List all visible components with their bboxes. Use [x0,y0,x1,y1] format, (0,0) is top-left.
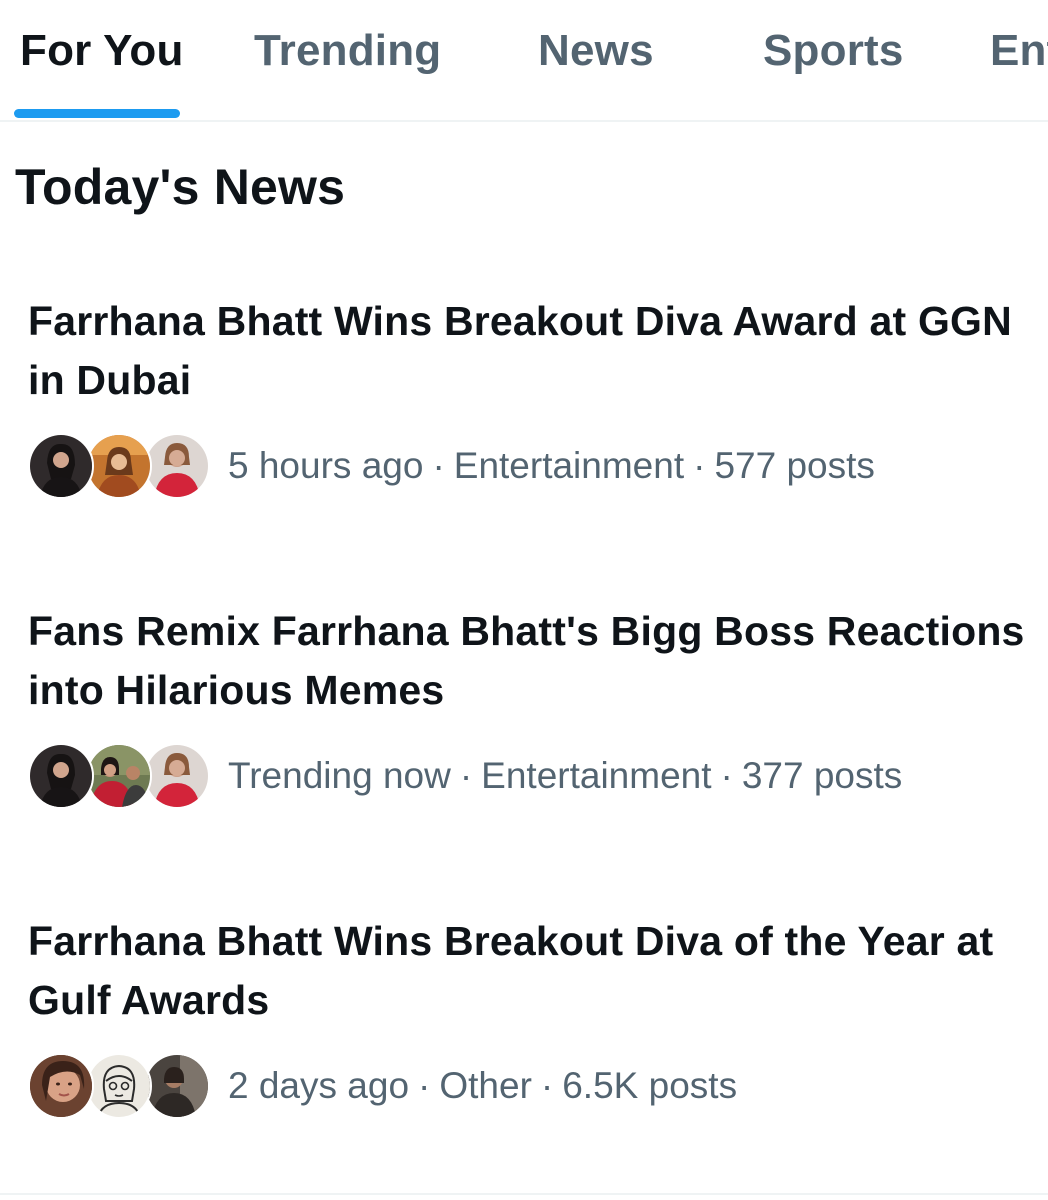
tab-entertainment[interactable]: Ent [990,26,1048,76]
woman-closeup-avatar [28,1053,94,1119]
woman-dark-hair-avatar [28,433,94,499]
news-post-count: 377 posts [741,755,903,796]
avatar-stack [28,743,210,809]
news-headline[interactable]: Fans Remix Farrhana Bhatt's Bigg Boss Re… [28,602,1028,720]
news-category[interactable]: Other [439,1065,532,1106]
news-headline[interactable]: Farrhana Bhatt Wins Breakout Diva of the… [28,912,1028,1030]
news-meta-text: Trending now · Entertainment · 377 posts [228,755,903,796]
news-meta-text: 5 hours ago · Entertainment · 577 posts [228,445,875,486]
tab-bar: For You Trending News Sports Ent [0,0,1048,122]
woman-golden-dress-avatar [86,433,152,499]
woman-dark-hair-avatar [28,743,94,809]
tab-for-you[interactable]: For You [20,26,184,76]
woman-red-outfit-avatar [144,433,210,499]
news-headline[interactable]: Farrhana Bhatt Wins Breakout Diva Award … [28,292,1028,410]
woman-red-outfit-avatar [144,743,210,809]
active-tab-indicator [14,109,180,118]
tab-sports[interactable]: Sports [763,26,904,76]
news-post-count: 577 posts [714,445,875,486]
news-meta: Trending now · Entertainment · 377 posts [28,742,902,810]
news-item[interactable]: Fans Remix Farrhana Bhatt's Bigg Boss Re… [0,602,1048,832]
news-category[interactable]: Entertainment [481,755,711,796]
tab-news[interactable]: News [538,26,654,76]
group-red-saree-avatar [86,743,152,809]
news-time: 5 hours ago [228,445,424,486]
news-time: 2 days ago [228,1065,410,1106]
news-meta-text: 2 days ago · Other · 6.5K posts [228,1065,738,1106]
tab-trending[interactable]: Trending [254,26,441,76]
person-dark-scene-avatar [144,1053,210,1119]
news-item[interactable]: Farrhana Bhatt Wins Breakout Diva of the… [0,912,1048,1142]
avatar-stack [28,433,210,499]
avatar-stack [28,1053,210,1119]
news-meta: 5 hours ago · Entertainment · 577 posts [28,432,875,500]
news-meta: 2 days ago · Other · 6.5K posts [28,1052,737,1120]
news-post-count: 6.5K posts [562,1065,738,1106]
bottom-divider [0,1193,1048,1195]
news-category[interactable]: Entertainment [454,445,684,486]
news-time: Trending now [228,755,451,796]
section-title: Today's News [15,159,346,215]
sketch-drawing-avatar [86,1053,152,1119]
news-item[interactable]: Farrhana Bhatt Wins Breakout Diva Award … [0,292,1048,522]
